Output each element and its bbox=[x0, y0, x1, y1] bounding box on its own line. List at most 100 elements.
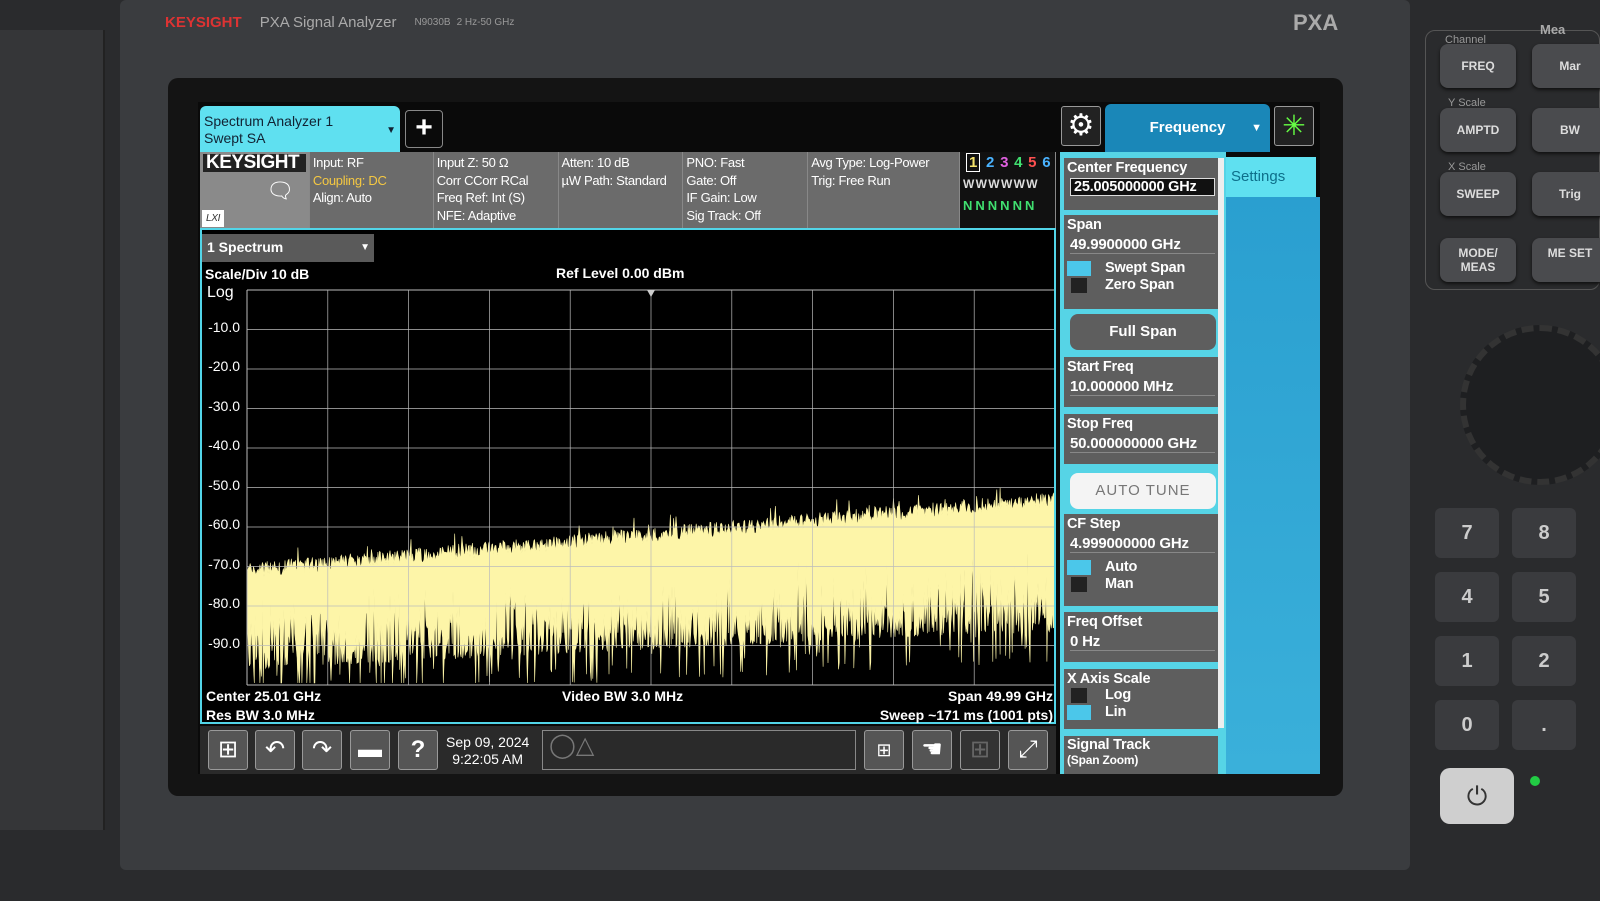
trace-6[interactable]: 6 bbox=[1042, 154, 1050, 171]
date: Sep 09, 2024 bbox=[446, 734, 530, 750]
input-z-settings[interactable]: Input Z: 50 Ω Corr CCorr RCal Freq Ref: … bbox=[434, 152, 559, 228]
power-button[interactable]: ⏻ bbox=[1440, 768, 1514, 824]
key-1[interactable]: 1 bbox=[1435, 636, 1499, 686]
log-option[interactable]: Log bbox=[1067, 687, 1215, 704]
trace-table[interactable]: 123456 W W W W W W N N N N N N bbox=[959, 152, 1056, 228]
pno-settings[interactable]: PNO: Fast Gate: Off IF Gain: Low Sig Tra… bbox=[683, 152, 809, 228]
message-icon[interactable]: 🗨 bbox=[266, 180, 294, 201]
trace-2[interactable]: 2 bbox=[986, 154, 994, 171]
undo-icon[interactable]: ↶ bbox=[255, 730, 295, 770]
menu-frequency-dropdown[interactable]: Frequency ▼ bbox=[1105, 104, 1270, 152]
atten-settings[interactable]: Atten: 10 dB µW Path: Standard bbox=[559, 152, 684, 228]
message-bar[interactable]: ◯△ bbox=[542, 730, 856, 770]
x-axis-scale-key[interactable]: X Axis Scale Log Lin bbox=[1064, 669, 1218, 729]
tab-settings[interactable]: Settings bbox=[1226, 157, 1316, 197]
cf-step-label: CF Step bbox=[1067, 516, 1121, 532]
key-5[interactable]: 5 bbox=[1512, 572, 1576, 622]
sweep-hardkey[interactable]: SWEEP bbox=[1440, 172, 1516, 216]
trace-3[interactable]: 3 bbox=[1000, 154, 1008, 171]
trace-1 bbox=[246, 487, 1054, 684]
trace-4[interactable]: 4 bbox=[1014, 154, 1022, 171]
center-frequency-key[interactable]: Center Frequency 25.005000000 GHz bbox=[1064, 158, 1218, 210]
sweep-status-icon[interactable]: ✳ bbox=[1274, 106, 1314, 146]
multiwindow-icon[interactable]: ⊞ bbox=[960, 730, 1000, 770]
tab-spectrum-analyzer[interactable]: Spectrum Analyzer 1 Swept SA ▼ bbox=[200, 106, 400, 152]
softkey-panel: Center Frequency 25.005000000 GHz Span 4… bbox=[1060, 152, 1226, 774]
atten: Atten: 10 dB bbox=[561, 155, 630, 170]
center-frequency-label: Center Frequency bbox=[1067, 160, 1188, 176]
stop-freq-value: 50.000000000 GHz bbox=[1070, 435, 1215, 453]
bw-hardkey[interactable]: BW bbox=[1532, 108, 1600, 152]
avg-type: Avg Type: Log-Power bbox=[811, 155, 930, 170]
windows-icon[interactable]: ⊞ bbox=[208, 730, 248, 770]
span-value: 49.9900000 GHz bbox=[1070, 236, 1215, 254]
ref-level-label[interactable]: Ref Level 0.00 dBm bbox=[556, 265, 684, 281]
selected-indicator bbox=[1067, 705, 1091, 720]
signal-track-key[interactable]: Signal Track (Span Zoom) bbox=[1064, 736, 1218, 774]
logo-area: KEYSIGHT 🗨 LXI bbox=[200, 152, 310, 228]
cf-man-option[interactable]: Man bbox=[1067, 576, 1215, 593]
key-0[interactable]: 0 bbox=[1435, 700, 1499, 750]
datetime: Sep 09, 2024 9:22:05 AM bbox=[446, 734, 529, 768]
freq-hardkey[interactable]: FREQ bbox=[1440, 44, 1516, 88]
menu-title: Frequency bbox=[1149, 119, 1226, 136]
tab-title: Spectrum Analyzer 1 bbox=[204, 113, 334, 129]
key-7[interactable]: 7 bbox=[1435, 508, 1499, 558]
cf-step-key[interactable]: CF Step 4.999000000 GHz Auto Man bbox=[1064, 514, 1218, 606]
layout-icon[interactable]: ⊞ bbox=[864, 730, 904, 770]
key-4[interactable]: 4 bbox=[1435, 572, 1499, 622]
mode-meas-hardkey[interactable]: MODE/ MEAS bbox=[1440, 238, 1516, 282]
selected-indicator bbox=[1067, 560, 1091, 575]
full-span-button[interactable]: Full Span bbox=[1070, 314, 1216, 350]
auto-label: Auto bbox=[1105, 559, 1138, 575]
folder-icon[interactable]: ▬ bbox=[350, 730, 390, 770]
dropdown-arrow-icon: ▼ bbox=[360, 242, 370, 253]
key-2[interactable]: 2 bbox=[1512, 636, 1576, 686]
settings-panel: KEYSIGHT 🗨 LXI Input: RF Coupling: DC Al… bbox=[200, 152, 1056, 228]
rotary-knob[interactable] bbox=[1460, 325, 1600, 485]
redo-icon[interactable]: ↷ bbox=[302, 730, 342, 770]
avg-settings[interactable]: Avg Type: Log-Power Trig: Free Run bbox=[808, 152, 960, 228]
span-label: Span bbox=[1067, 217, 1102, 233]
keysight-logo: KEYSIGHT bbox=[165, 14, 242, 31]
y-tick-label: -80.0 bbox=[208, 595, 240, 611]
log-label: Log bbox=[1105, 687, 1131, 703]
instrument-brand: KEYSIGHT PXA Signal Analyzer N9030B 2 Hz… bbox=[165, 14, 514, 31]
meas-setup-hardkey[interactable]: ME SET bbox=[1532, 238, 1600, 282]
fullscreen-icon[interactable]: ⤢ bbox=[1008, 730, 1048, 770]
key-8[interactable]: 8 bbox=[1512, 508, 1576, 558]
add-screen-button[interactable]: + bbox=[405, 110, 443, 148]
lin-option[interactable]: Lin bbox=[1067, 704, 1215, 721]
input-settings[interactable]: Input: RF Coupling: DC Align: Auto bbox=[310, 152, 434, 228]
span-key[interactable]: Span 49.9900000 GHz Swept Span Zero Span bbox=[1064, 215, 1218, 309]
freq-ref: Freq Ref: Int (S) bbox=[436, 190, 525, 205]
help-icon[interactable]: ? bbox=[398, 730, 438, 770]
swept-span-option[interactable]: Swept Span bbox=[1067, 260, 1215, 277]
center-frequency-input[interactable]: 25.005000000 GHz bbox=[1070, 178, 1215, 196]
start-freq-key[interactable]: Start Freq 10.000000 MHz bbox=[1064, 357, 1218, 407]
cf-auto-option[interactable]: Auto bbox=[1067, 559, 1215, 576]
key-decimal[interactable]: . bbox=[1512, 700, 1576, 750]
auto-tune-button[interactable]: AUTO TUNE bbox=[1070, 473, 1216, 509]
stop-freq-key[interactable]: Stop Freq 50.000000000 GHz bbox=[1064, 414, 1218, 464]
window-select-dropdown[interactable]: 1 Spectrum ▼ bbox=[202, 234, 374, 262]
sweep-label: Sweep ~171 ms (1001 pts) bbox=[879, 707, 1053, 723]
trace-1[interactable]: 1 bbox=[965, 153, 981, 172]
trig-hardkey[interactable]: Trig bbox=[1532, 172, 1600, 216]
zero-span-option[interactable]: Zero Span bbox=[1067, 277, 1215, 294]
sig-track: Sig Track: Off bbox=[686, 207, 761, 223]
freq-offset-key[interactable]: Freq Offset 0 Hz bbox=[1064, 612, 1218, 662]
amptd-hardkey[interactable]: AMPTD bbox=[1440, 108, 1516, 152]
touch-icon[interactable]: ☚ bbox=[912, 730, 952, 770]
trace-5[interactable]: 5 bbox=[1028, 154, 1036, 171]
signal-track-sublabel: (Span Zoom) bbox=[1067, 753, 1139, 767]
marker-hardkey[interactable]: Mar bbox=[1532, 44, 1600, 88]
center-freq-label: Center 25.01 GHz bbox=[206, 688, 322, 704]
gear-icon[interactable]: ⚙ bbox=[1061, 106, 1101, 146]
spectrum-window[interactable] bbox=[200, 228, 1056, 724]
span-label: Span 49.99 GHz bbox=[947, 688, 1053, 704]
start-freq-label: Start Freq bbox=[1067, 359, 1134, 375]
menu-scrollbar[interactable] bbox=[1218, 158, 1224, 728]
scale-type-label: Log bbox=[207, 284, 234, 301]
freq-offset-label: Freq Offset bbox=[1067, 614, 1143, 630]
